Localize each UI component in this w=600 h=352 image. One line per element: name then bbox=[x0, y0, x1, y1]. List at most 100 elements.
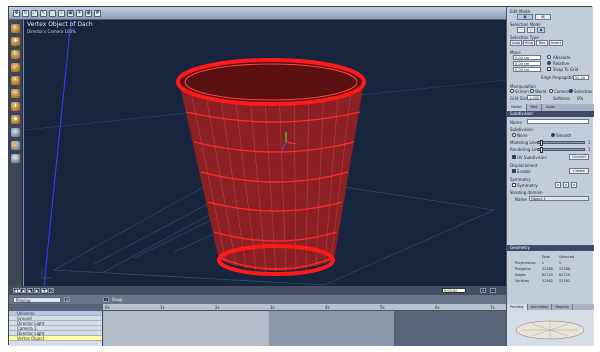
play-icon[interactable]: ▶ bbox=[27, 288, 33, 293]
tab-model[interactable]: Model bbox=[507, 104, 527, 111]
manip-camera-label: Camera bbox=[554, 89, 570, 94]
camera-icon[interactable]: ◉ bbox=[85, 9, 92, 17]
camera-label[interactable]: Director's Camera 100% bbox=[27, 29, 76, 34]
filter-icon[interactable]: ⊞ bbox=[64, 297, 70, 302]
rewind-icon[interactable]: ◀◀ bbox=[13, 288, 20, 293]
z-axis-line bbox=[43, 20, 72, 286]
manip-selection-radio[interactable] bbox=[569, 89, 573, 93]
tab-anim[interactable]: Anim bbox=[542, 104, 559, 111]
edit-mode-object-button[interactable]: ▤ bbox=[535, 14, 551, 20]
manip-screen-radio[interactable] bbox=[510, 89, 514, 93]
track-band bbox=[103, 311, 269, 346]
snap-to-grid-checkbox[interactable] bbox=[547, 67, 551, 71]
scene-canvas[interactable] bbox=[24, 20, 506, 286]
bucket-mesh[interactable] bbox=[176, 58, 366, 276]
grid-size-input[interactable]: 1.000 bbox=[527, 95, 541, 100]
scale-tool-icon[interactable]: ⤢ bbox=[11, 63, 20, 72]
move-z-input[interactable]: 0.00 cm bbox=[513, 67, 541, 72]
ruler-tick: 5s bbox=[380, 305, 385, 310]
snap-label: Snap bbox=[112, 297, 123, 302]
select-icon[interactable]: ↖ bbox=[40, 9, 47, 17]
select-face-icon[interactable]: ▪ bbox=[537, 27, 545, 33]
playing-dropdown[interactable]: Playing bbox=[13, 296, 61, 303]
zoom-view-icon[interactable]: ⌕ bbox=[11, 128, 20, 137]
stats-cell: 1 bbox=[558, 261, 562, 265]
symmetry-x-icon[interactable]: x bbox=[555, 182, 561, 188]
keyframe-remove-icon[interactable]: − bbox=[490, 288, 496, 293]
frame-field[interactable]: 0:00:00 bbox=[442, 288, 466, 293]
manip-camera-radio[interactable] bbox=[549, 89, 553, 93]
preview-thumbnail[interactable] bbox=[507, 310, 594, 346]
grid-icon[interactable]: # bbox=[94, 9, 101, 17]
stats-cell: 31362 bbox=[541, 279, 553, 283]
render-icon[interactable]: ▣ bbox=[67, 9, 74, 17]
viewport-title: Vertex Object of Dach bbox=[27, 21, 93, 28]
next-frame-icon[interactable]: ▶ bbox=[34, 288, 40, 293]
edit-mode-vertex-button[interactable]: ▦ bbox=[517, 14, 533, 20]
slider-thumb[interactable] bbox=[540, 147, 543, 153]
light-icon[interactable]: ☀ bbox=[76, 9, 83, 17]
snap-checkbox[interactable]: ✓ bbox=[103, 297, 109, 302]
rotate-tool-icon[interactable]: ↻ bbox=[11, 50, 20, 59]
symmetry-y-icon[interactable]: y bbox=[563, 182, 569, 188]
create-button[interactable]: Create bbox=[569, 168, 589, 174]
paint-tool-icon[interactable]: ✎ bbox=[11, 76, 20, 85]
move-y-input[interactable]: 0.00 cm bbox=[513, 61, 541, 66]
shading-name-dropdown[interactable]: Object 1 bbox=[529, 196, 589, 201]
subdiv-none-radio[interactable] bbox=[512, 133, 516, 137]
move-x-input[interactable]: 0.00 cm bbox=[513, 55, 541, 60]
extrude-tool-icon[interactable]: ⬆ bbox=[11, 102, 20, 111]
displacement-label: Displacement bbox=[510, 163, 538, 168]
ruler-tick: 7s bbox=[490, 305, 495, 310]
invert-button[interactable]: Invert bbox=[549, 40, 563, 46]
keyframe-add-icon[interactable]: + bbox=[480, 288, 486, 293]
modeling-level-slider[interactable] bbox=[537, 140, 585, 146]
zoom-icon[interactable]: ⌕ bbox=[58, 9, 65, 17]
manip-world-radio[interactable] bbox=[530, 89, 534, 93]
relative-radio[interactable] bbox=[547, 61, 551, 65]
convert-button[interactable]: Convert bbox=[569, 154, 589, 160]
symmetry-checkbox[interactable] bbox=[512, 183, 516, 187]
bevel-tool-icon[interactable]: ◆ bbox=[11, 115, 20, 124]
edge-propagation-input[interactable]: 50.00 bbox=[573, 75, 589, 80]
time-ruler[interactable]: 0s 1s 2s 3s 4s 5s 6s 7s bbox=[103, 304, 506, 311]
tab-mat[interactable]: Mat bbox=[527, 104, 543, 111]
orbit-view-icon[interactable]: ◎ bbox=[11, 154, 20, 163]
loop-button[interactable]: Loop bbox=[510, 40, 522, 46]
absolute-radio[interactable] bbox=[547, 55, 551, 59]
right-properties-panel: Edit Mode ▦ ▤ Selection Mode · / ▪ Selec… bbox=[506, 7, 594, 346]
scale-icon[interactable]: ⤢ bbox=[31, 9, 38, 17]
select-vertex-icon[interactable]: · bbox=[517, 27, 525, 33]
select-edge-icon[interactable]: / bbox=[527, 27, 535, 33]
playback-controls: ◀◀ ◀ ▶ ▶ ▶▶ ↺ 0:00:00 + − bbox=[9, 286, 506, 295]
stats-cell: 31388 bbox=[541, 267, 553, 271]
prev-frame-icon[interactable]: ◀ bbox=[20, 288, 26, 293]
move-tool-icon[interactable]: ✥ bbox=[11, 37, 20, 46]
lasso-icon[interactable]: ◌ bbox=[49, 9, 56, 17]
enable-checkbox[interactable] bbox=[512, 169, 516, 173]
ruler-tick: 6s bbox=[435, 305, 440, 310]
track-row[interactable]: Vertex Object bbox=[9, 336, 102, 341]
preview-panel: Preview Animation Objects bbox=[507, 304, 594, 346]
ring-button[interactable]: Ring bbox=[523, 40, 535, 46]
symmetry-z-icon[interactable]: z bbox=[571, 182, 577, 188]
move-icon[interactable]: ✥ bbox=[13, 9, 20, 17]
rotate-icon[interactable]: ↻ bbox=[22, 9, 29, 17]
fast-forward-icon[interactable]: ▶▶ bbox=[41, 288, 48, 293]
uv-subdivision-checkbox[interactable] bbox=[512, 155, 516, 159]
keyframe-area[interactable] bbox=[103, 311, 506, 346]
box-button[interactable]: Box bbox=[536, 40, 548, 46]
name-input[interactable] bbox=[527, 119, 589, 124]
track-list: Universe Ground Director Light Camera 1 … bbox=[9, 311, 103, 346]
knife-tool-icon[interactable]: ✂ bbox=[11, 89, 20, 98]
3d-viewport[interactable]: Vertex Object of Dach Director's Camera … bbox=[24, 20, 506, 286]
slider-thumb[interactable] bbox=[540, 140, 543, 146]
geometry-header[interactable]: Geometry bbox=[507, 245, 594, 251]
arrow-tool-icon[interactable]: ↖ bbox=[11, 24, 20, 33]
subdivision-label: Subdivision bbox=[510, 127, 533, 132]
subdiv-smooth-radio[interactable] bbox=[551, 133, 555, 137]
loop-icon[interactable]: ↺ bbox=[48, 288, 54, 293]
subdivision-header[interactable]: Subdivision bbox=[507, 111, 594, 117]
rendering-level-slider[interactable] bbox=[537, 147, 585, 153]
pan-view-icon[interactable]: ✋ bbox=[11, 141, 20, 150]
